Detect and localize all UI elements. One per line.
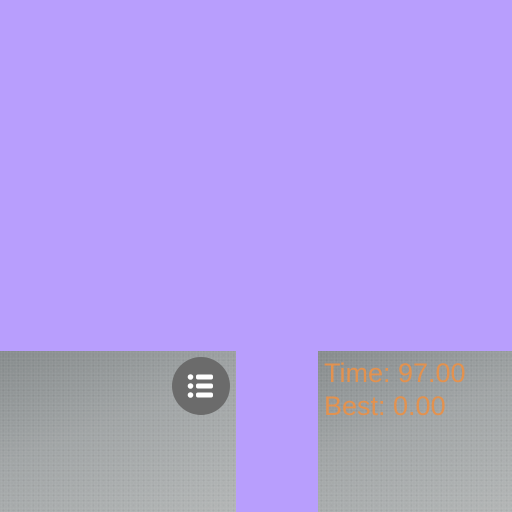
list-icon (187, 374, 213, 398)
score-hud: Time: 97.00 Best: 0.00 (324, 357, 466, 423)
left-panel (0, 351, 236, 512)
right-panel: Time: 97.00 Best: 0.00 (318, 351, 512, 512)
menu-button[interactable] (172, 357, 230, 415)
game-stage: Time: 97.00 Best: 0.00 (0, 0, 512, 512)
best-readout: Best: 0.00 (324, 391, 446, 421)
time-readout: Time: 97.00 (324, 358, 466, 388)
